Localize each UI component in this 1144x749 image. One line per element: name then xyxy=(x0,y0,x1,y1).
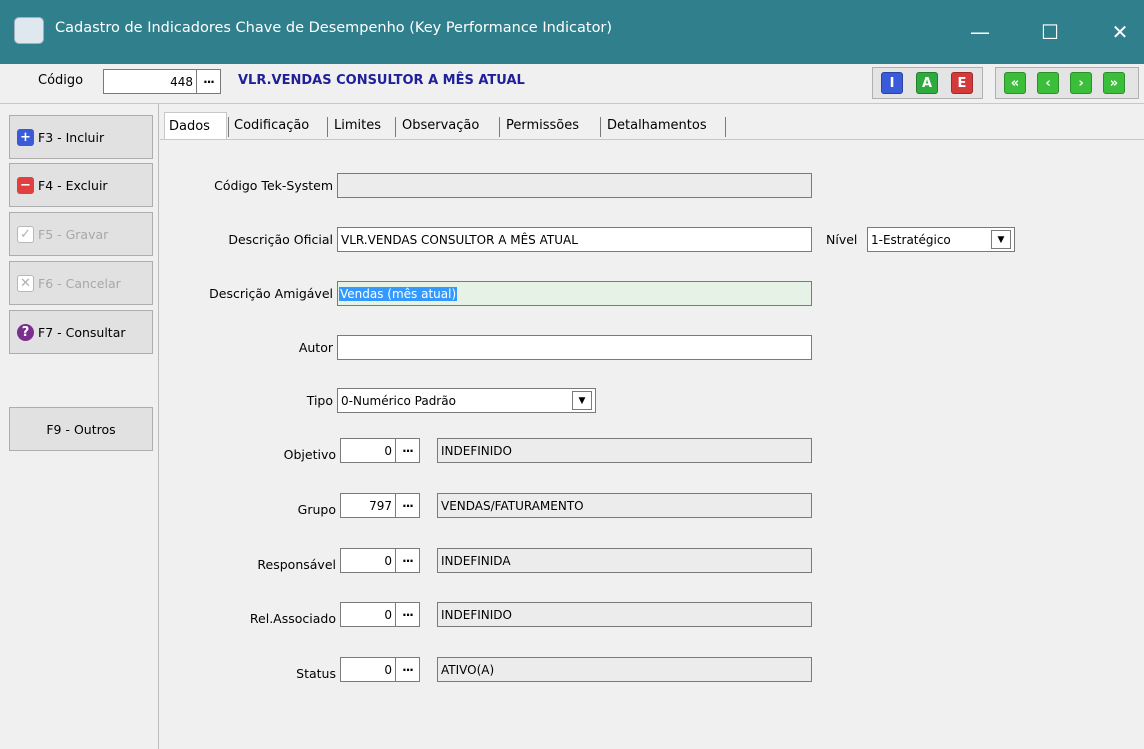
minimize-button[interactable]: — xyxy=(956,0,1004,64)
objetivo-code-field[interactable]: 0 xyxy=(340,438,396,463)
grupo-lookup-button[interactable]: ··· xyxy=(396,493,420,518)
tab-separator xyxy=(395,117,396,137)
objetivo-lookup-button[interactable]: ··· xyxy=(396,438,420,463)
nav-prev-button[interactable]: ‹ xyxy=(1037,72,1059,94)
check-icon: ✓ xyxy=(17,225,34,243)
rel-associado-code-field[interactable]: 0 xyxy=(340,602,396,627)
nivel-dropdown-icon[interactable]: ▼ xyxy=(991,230,1011,249)
include-label: F3 - Incluir xyxy=(38,129,105,145)
plus-icon: + xyxy=(17,128,34,146)
save-button[interactable]: ✓ F5 - Gravar xyxy=(9,212,153,256)
tipo-dropdown-icon[interactable]: ▼ xyxy=(572,391,592,410)
nav-next-button[interactable]: › xyxy=(1070,72,1092,94)
status-desc-field: ATIVO(A) xyxy=(437,657,812,682)
nav-last-button[interactable]: » xyxy=(1103,72,1125,94)
codigo-tek-label: Código Tek-System xyxy=(214,178,333,193)
query-label: F7 - Consultar xyxy=(38,324,126,340)
grupo-label: Grupo xyxy=(297,502,336,517)
cancel-button[interactable]: ✕ F6 - Cancelar xyxy=(9,261,153,305)
rel-associado-desc-field: INDEFINIDO xyxy=(437,602,812,627)
objetivo-label: Objetivo xyxy=(283,447,336,462)
status-code-field[interactable]: 0 xyxy=(340,657,396,682)
tab-separator xyxy=(499,117,500,137)
window-title: Cadastro de Indicadores Chave de Desempe… xyxy=(55,20,613,36)
rel-associado-lookup-button[interactable]: ··· xyxy=(396,602,420,627)
tab-divider xyxy=(160,139,1144,140)
autor-field[interactable] xyxy=(337,335,812,360)
rel-associado-label: Rel.Associado xyxy=(249,611,336,626)
responsavel-code-field[interactable]: 0 xyxy=(340,548,396,573)
tab-limites[interactable]: Limites xyxy=(330,112,385,139)
tipo-label: Tipo xyxy=(306,393,333,408)
code-label: Código xyxy=(38,73,84,88)
tipo-select[interactable]: 0-Numérico Padrão xyxy=(337,388,596,413)
tipo-value: 0-Numérico Padrão xyxy=(341,393,456,408)
others-button[interactable]: F9 - Outros xyxy=(9,407,153,451)
maximize-button[interactable]: ☐ xyxy=(1026,0,1074,64)
close-button[interactable]: ✕ xyxy=(1096,0,1144,64)
save-label: F5 - Gravar xyxy=(38,226,109,242)
grupo-desc-field: VENDAS/FATURAMENTO xyxy=(437,493,812,518)
query-button[interactable]: ? F7 - Consultar xyxy=(9,310,153,354)
tab-separator xyxy=(725,117,726,137)
autor-label: Autor xyxy=(298,340,333,355)
tab-separator xyxy=(228,117,229,137)
nav-first-button[interactable]: « xyxy=(1004,72,1026,94)
others-label: F9 - Outros xyxy=(46,421,116,437)
code-input[interactable]: 448 xyxy=(103,69,197,94)
tab-detalhamentos[interactable]: Detalhamentos xyxy=(603,112,711,139)
x-icon: ✕ xyxy=(17,274,34,292)
descricao-oficial-field[interactable]: VLR.VENDAS CONSULTOR A MÊS ATUAL xyxy=(337,227,812,252)
mode-alter-button[interactable]: A xyxy=(916,72,938,94)
delete-label: F4 - Excluir xyxy=(38,177,108,193)
include-button[interactable]: + F3 - Incluir xyxy=(9,115,153,159)
descricao-oficial-label: Descrição Oficial xyxy=(228,232,333,247)
mode-insert-button[interactable]: I xyxy=(881,72,903,94)
code-description: VLR.VENDAS CONSULTOR A MÊS ATUAL xyxy=(238,73,525,88)
tab-observacao[interactable]: Observação xyxy=(398,112,483,139)
cancel-label: F6 - Cancelar xyxy=(38,275,121,291)
responsavel-label: Responsável xyxy=(257,557,336,572)
tab-separator xyxy=(600,117,601,137)
responsavel-lookup-button[interactable]: ··· xyxy=(396,548,420,573)
objetivo-desc-field: INDEFINIDO xyxy=(437,438,812,463)
grupo-code-field[interactable]: 797 xyxy=(340,493,396,518)
descricao-amigavel-field[interactable]: Vendas (mês atual) xyxy=(337,281,812,306)
mode-exclude-button[interactable]: E xyxy=(951,72,973,94)
status-label: Status xyxy=(296,666,336,681)
descricao-amigavel-label: Descrição Amigável xyxy=(209,286,333,301)
question-icon: ? xyxy=(17,323,34,341)
tab-codificacao[interactable]: Codificação xyxy=(230,112,313,139)
descricao-amigavel-value: Vendas (mês atual) xyxy=(339,286,458,301)
tab-permissoes[interactable]: Permissões xyxy=(502,112,583,139)
app-icon xyxy=(14,17,44,44)
nivel-label: Nível xyxy=(826,232,858,247)
code-lookup-button[interactable]: ··· xyxy=(197,69,221,94)
minus-icon: − xyxy=(17,176,34,194)
nivel-value: 1-Estratégico xyxy=(871,232,951,247)
responsavel-desc-field: INDEFINIDA xyxy=(437,548,812,573)
tab-dados[interactable]: Dados xyxy=(164,112,227,139)
tab-separator xyxy=(327,117,328,137)
status-lookup-button[interactable]: ··· xyxy=(396,657,420,682)
delete-button[interactable]: − F4 - Excluir xyxy=(9,163,153,207)
codigo-tek-field[interactable] xyxy=(337,173,812,198)
